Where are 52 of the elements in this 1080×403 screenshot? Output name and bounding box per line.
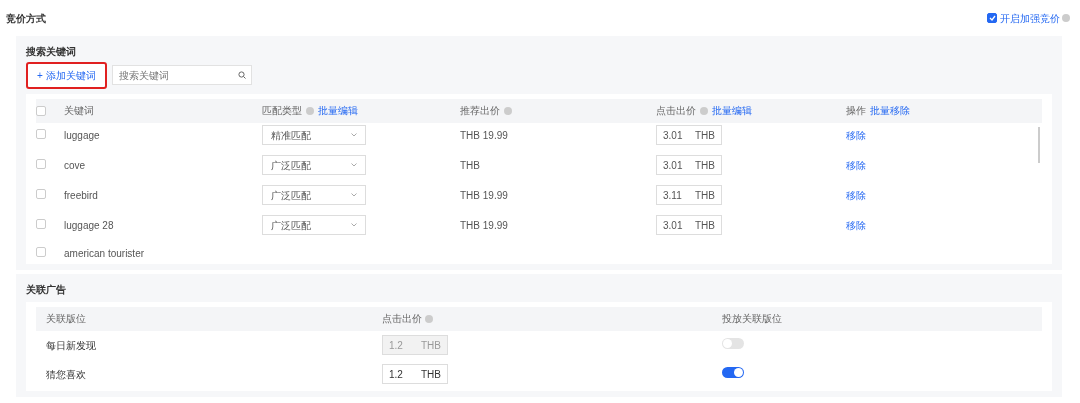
checkbox-label[interactable]: 开启加强竞价 [999,10,1060,26]
checkbox[interactable] [987,13,997,23]
placement-name: 猜您喜欢 [46,368,86,380]
chevron-down-icon [351,133,357,137]
column-header: 推荐出价 [460,104,500,118]
search-field[interactable]: 搜索关键词 [111,65,252,85]
bulk-action-link[interactable]: 批量编辑 [712,103,752,118]
suggested-bid: THB 19.99 [460,129,508,141]
bulk-action-link[interactable]: 批量移除 [870,103,910,118]
bid-input[interactable]: 3.01 THB [656,155,722,175]
column-header: 关键词 [64,104,94,118]
toggle-switch[interactable] [722,366,744,378]
column-header: 匹配类型 [262,104,302,118]
section-title: 竞价方式 [6,11,46,26]
search-icon[interactable] [237,71,246,79]
bid-input[interactable]: 3.01 THB [656,215,722,235]
bid-input: 1.2 THB [382,335,448,355]
suggested-bid: THB 19.99 [460,189,508,201]
section-label: 搜索关键词 [26,45,77,59]
bulk-action-link[interactable]: 批量编辑 [318,103,358,118]
help-icon [424,314,433,323]
placement-name: 每日新发现 [46,339,96,351]
keyword-text: freebird [64,189,98,201]
match-type-select[interactable]: 精准匹配 [262,125,366,145]
column-header: 操作 [846,104,866,118]
remove-link[interactable]: 移除 [846,159,866,171]
section-label: 关联广告 [26,282,67,297]
match-type-select[interactable]: 广泛匹配 [262,215,366,235]
column-header: 投放关联版位 [722,312,782,326]
bid-input[interactable]: 3.11 THB [656,185,722,205]
help-icon [1062,14,1070,22]
column-header: 点击出价 [382,312,422,326]
add-keyword-button[interactable]: + 添加关键词 [26,61,107,89]
scrollbar-thumb[interactable] [1038,126,1040,163]
keyword-text: cove [64,159,86,171]
keyword-text: american tourister [64,248,145,260]
suggested-bid: THB [460,159,480,171]
chevron-down-icon [351,223,357,227]
remove-link[interactable]: 移除 [846,129,866,141]
column-header: 点击出价 [656,104,696,118]
remove-link[interactable]: 移除 [846,189,866,201]
remove-link[interactable]: 移除 [846,219,866,231]
bid-input[interactable]: 3.01 THB [656,125,722,145]
chevron-down-icon [351,163,357,167]
column-header: 关联版位 [46,312,86,326]
match-type-select[interactable]: 广泛匹配 [262,185,366,205]
chevron-down-icon [351,193,357,197]
keyword-text: luggage 28 [64,219,114,231]
keyword-text: luggage [64,129,100,141]
suggested-bid: THB 19.99 [460,219,508,231]
match-type-select[interactable]: 广泛匹配 [262,155,366,175]
bid-input[interactable]: 1.2 THB [382,364,448,384]
